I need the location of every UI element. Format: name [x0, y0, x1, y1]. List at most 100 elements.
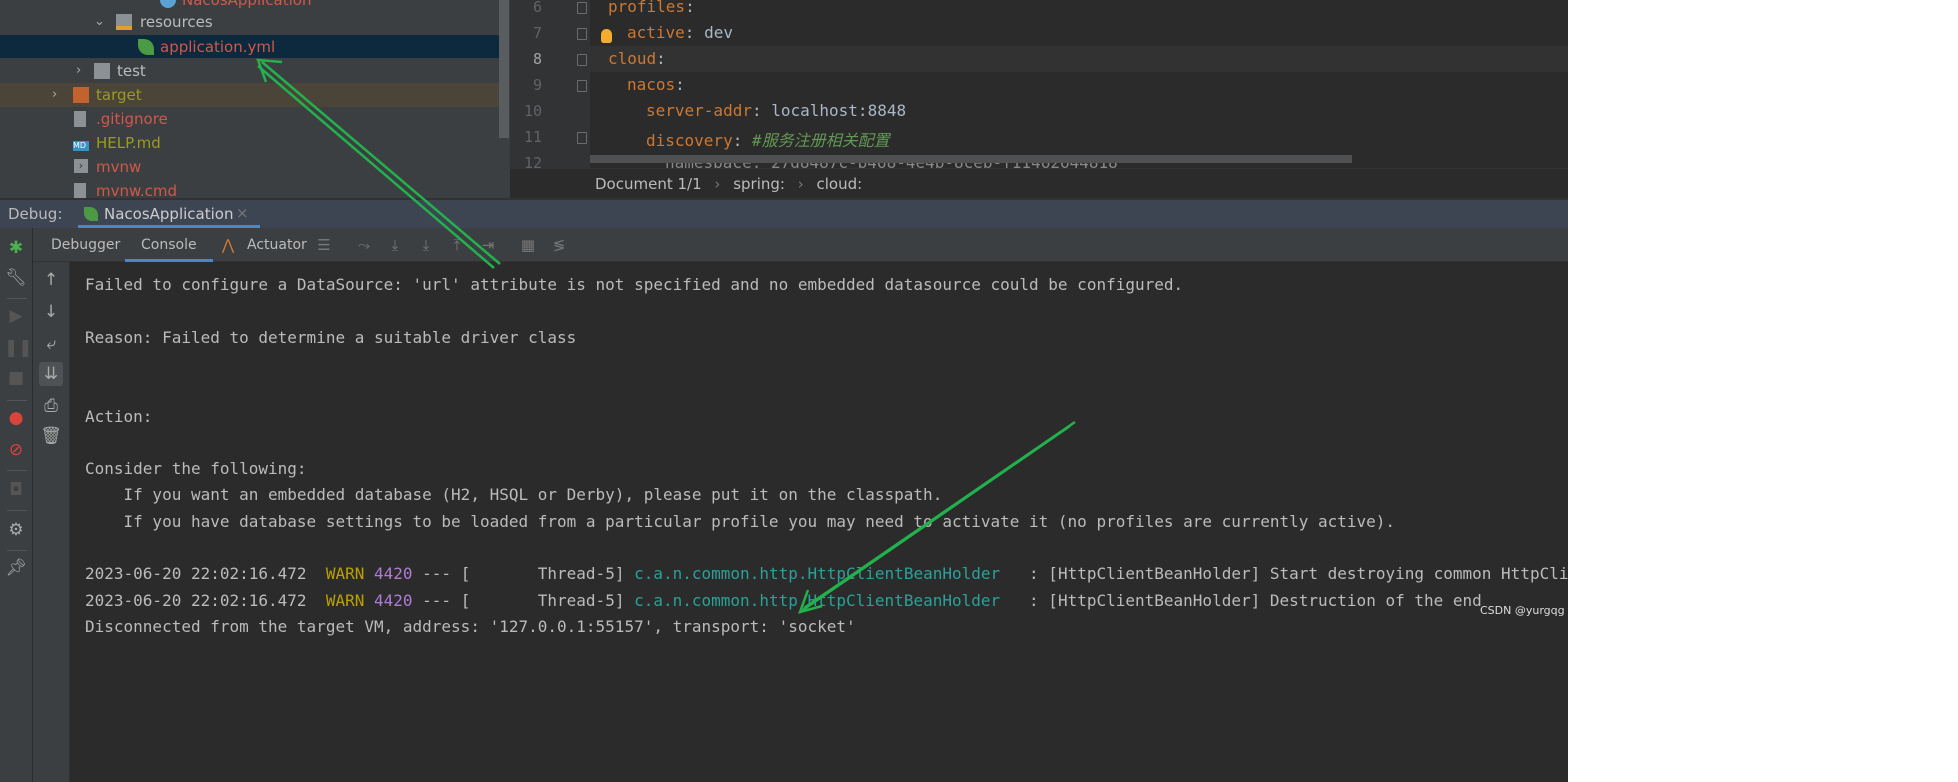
line-number: 10	[523, 102, 542, 120]
breadcrumb: Document 1/1 › spring: › cloud:	[510, 168, 1568, 198]
code-editor[interactable]: 6 profiles: 7 active: dev 8 cloud: 9 nacos: 10 se…	[510, 0, 1568, 198]
log-line: 2023-06-20 22:02:16.472 WARN 4420 --- [ …	[85, 561, 1568, 587]
arrow-up-icon[interactable]: ↑	[39, 268, 63, 292]
tree-item-mvnw-cmd[interactable]: mvnw.cmd	[0, 179, 500, 198]
log-logger: c.a.n.common.http.HttpClientBeanHolder	[634, 590, 1001, 610]
resume-icon[interactable]: ▶	[4, 304, 28, 328]
mute-breakpoints-icon[interactable]: ⊘	[4, 438, 28, 462]
fold-icon[interactable]	[577, 2, 587, 14]
debug-tool-window-header: Debug: NacosApplication ×	[0, 198, 1568, 228]
text-file-icon	[74, 183, 86, 198]
step-into-icon[interactable]: ⤓	[418, 237, 434, 253]
close-icon[interactable]: ×	[236, 204, 249, 222]
code-key: profiles	[608, 0, 686, 16]
pause-icon[interactable]: ❚❚	[4, 336, 33, 360]
tree-scrollbar[interactable]	[499, 0, 509, 138]
breadcrumb-item[interactable]: Document 1/1	[595, 175, 702, 193]
breadcrumb-separator: ›	[797, 175, 804, 193]
line-number: 11	[523, 128, 542, 146]
code-key: server-addr	[646, 101, 752, 120]
chevron-down-icon[interactable]: ⌄	[94, 10, 105, 34]
console-line: Disconnected from the target VM, address…	[85, 616, 856, 636]
code-line: active: dev	[627, 23, 733, 42]
fold-icon[interactable]	[577, 80, 587, 92]
wrench-icon[interactable]: 🔧︎	[4, 266, 28, 290]
tab-console[interactable]: Console	[125, 228, 213, 262]
menu-icon[interactable]: ☰	[316, 237, 332, 253]
code-value: localhost:8848	[771, 101, 907, 120]
tree-item-gitignore[interactable]: .gitignore	[0, 107, 500, 131]
settings-gear-icon[interactable]: ⚙	[4, 518, 28, 542]
breadcrumb-item[interactable]: spring:	[733, 175, 785, 193]
trash-icon[interactable]: 🗑︎	[39, 424, 63, 448]
log-level: WARN	[325, 564, 365, 584]
code-sep: :	[656, 49, 666, 68]
bug-icon[interactable]: ✱	[4, 236, 28, 260]
console-line: If you want an embedded database (H2, HS…	[85, 485, 943, 505]
code-sep: :	[751, 101, 772, 120]
console-output[interactable]: Failed to configure a DataSource: 'url' …	[70, 262, 1568, 782]
tree-item-test[interactable]: › test	[0, 59, 500, 83]
line-number: 8	[532, 50, 542, 68]
breadcrumb-item[interactable]: cloud:	[817, 175, 863, 193]
code-value: dev	[704, 23, 733, 42]
step-out-icon[interactable]: ⤒	[449, 237, 465, 253]
tab-actuator[interactable]: Actuator	[239, 228, 315, 262]
log-level: WARN	[325, 590, 365, 610]
chevron-right-icon[interactable]: ›	[52, 83, 57, 107]
spring-boot-app-icon	[84, 207, 98, 221]
actuator-icon: ⋀	[221, 236, 235, 254]
line-number: 7	[532, 24, 542, 42]
step-over-icon[interactable]: ⤓	[387, 237, 403, 253]
debug-session-tab[interactable]: NacosApplication ×	[78, 200, 260, 228]
code-key: discovery	[646, 131, 733, 150]
tree-item-resources[interactable]: ⌄ resources	[0, 10, 500, 34]
camera-icon[interactable]: ◘	[4, 478, 28, 502]
shell-script-icon: ›	[74, 159, 88, 173]
console-line: Consider the following:	[85, 459, 307, 479]
log-msg: : [HttpClientBeanHolder] Start destroyin…	[1000, 564, 1568, 584]
pin-icon[interactable]: 📌︎	[4, 556, 28, 580]
trace-icon[interactable]: ≶	[551, 237, 567, 253]
stop-icon[interactable]: ■	[4, 366, 28, 390]
print-icon[interactable]: ⎙	[39, 394, 63, 418]
fold-icon[interactable]	[577, 132, 587, 144]
lightbulb-icon[interactable]	[601, 29, 612, 43]
console-line: Reason: Failed to determine a suitable d…	[85, 327, 577, 347]
run-to-cursor-icon[interactable]: ⇥	[480, 237, 496, 253]
console-line: Action:	[85, 406, 153, 426]
resources-folder-icon	[116, 14, 132, 30]
log-line: 2023-06-20 22:02:16.472 WARN 4420 --- [ …	[85, 588, 1482, 614]
watermark: CSDN @yurgqg	[1480, 604, 1565, 617]
editor-horizontal-scrollbar[interactable]	[590, 155, 1352, 163]
chevron-right-icon[interactable]: ›	[76, 59, 81, 83]
fold-icon[interactable]	[577, 54, 587, 66]
log-time: 2023-06-20 22:02:16.472	[85, 590, 307, 610]
folder-icon	[94, 63, 110, 79]
fold-icon[interactable]	[577, 28, 587, 40]
code-line: cloud:	[608, 49, 666, 68]
line-number: 6	[532, 0, 542, 16]
spring-config-icon	[138, 39, 154, 55]
tree-item-mvnw[interactable]: › mvnw	[0, 155, 500, 179]
debug-label: Debug:	[8, 205, 63, 223]
scroll-to-end-icon[interactable]: ⇊	[39, 362, 63, 386]
soft-wrap-icon[interactable]: ⤶	[39, 332, 63, 356]
tree-item-application-yml[interactable]: application.yml	[0, 35, 500, 58]
log-thread: --- [ Thread-5]	[412, 590, 635, 610]
evaluate-expression-icon[interactable]: ▦	[520, 237, 536, 253]
arrow-down-icon[interactable]: ↓	[39, 300, 63, 324]
code-sep: :	[685, 0, 695, 16]
show-execution-point-icon[interactable]: ⤳	[356, 237, 372, 253]
markdown-file-icon: MD	[73, 141, 89, 151]
tree-item-help-md[interactable]: MD HELP.md	[0, 131, 500, 155]
debug-side-toolbar: ✱ 🔧︎ ▶ ❚❚ ■ ● ⊘ ◘ ⚙ 📌︎	[0, 228, 33, 782]
console-side-toolbar: ↑ ↓ ⤶ ⇊ ⎙ 🗑︎	[33, 262, 70, 782]
code-key: active	[627, 23, 685, 42]
view-breakpoints-icon[interactable]: ●	[4, 406, 28, 430]
log-msg: : [HttpClientBeanHolder] Destruction of …	[1000, 590, 1482, 610]
tree-item-target[interactable]: › target	[0, 83, 500, 107]
line-number: 9	[532, 76, 542, 94]
code-line: nacos:	[627, 75, 685, 94]
tab-debugger[interactable]: Debugger	[43, 228, 128, 262]
